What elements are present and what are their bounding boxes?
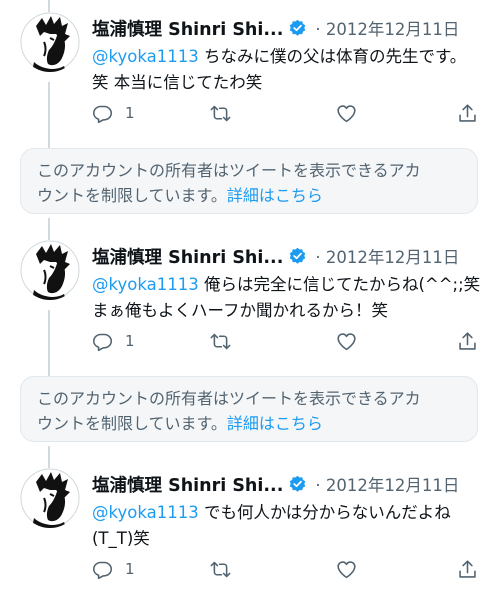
reply-button[interactable]: 1 [92, 556, 135, 582]
tweet-actions: 1 [92, 100, 484, 126]
tweet-date[interactable]: · 2012年12月11日 [315, 472, 459, 496]
mention-link[interactable]: @kyoka1113 [92, 275, 199, 294]
tweet-actions: 1 [92, 556, 484, 582]
retweet-icon [210, 105, 231, 121]
reply-icon [92, 561, 113, 579]
display-name[interactable]: 塩浦慎理 Shinri Shi... [92, 244, 283, 269]
verified-badge-icon [290, 475, 306, 492]
notice-text-line: ウントを制限しています。 [37, 186, 227, 205]
tweet-date[interactable]: · 2012年12月11日 [315, 244, 459, 268]
like-button[interactable] [336, 556, 357, 582]
share-button[interactable] [457, 556, 478, 582]
tweet-header: 塩浦慎理 Shinri Shi... · 2012年12月11日 [92, 241, 459, 271]
retweet-icon [210, 333, 231, 349]
share-icon [459, 103, 476, 122]
share-icon [459, 331, 476, 350]
tweet-header: 塩浦慎理 Shinri Shi... · 2012年12月11日 [92, 13, 459, 43]
learn-more-link[interactable]: 詳細はこちら [227, 414, 323, 433]
retweet-button[interactable] [210, 556, 231, 582]
tweet[interactable]: 塩浦慎理 Shinri Shi... · 2012年12月11日 @kyoka1… [0, 228, 500, 376]
display-name[interactable]: 塩浦慎理 Shinri Shi... [92, 16, 283, 41]
withheld-notice: このアカウントの所有者はツイートを表示できるアカ ウントを制限しています。詳細は… [20, 148, 478, 214]
avatar[interactable] [20, 12, 80, 72]
tweet-header: 塩浦慎理 Shinri Shi... · 2012年12月11日 [92, 469, 459, 499]
reply-button[interactable]: 1 [92, 328, 135, 354]
heart-icon [337, 560, 356, 578]
tweet-text-line: (T_T)笑 [92, 529, 150, 548]
tweet-text: @kyoka1113 でも何人かは分からないんだよね (T_T)笑 [92, 500, 482, 552]
tweet-text: @kyoka1113 ちなみに僕の父は体育の先生です。 笑 本当に信じてたわ笑 [92, 44, 482, 96]
reply-icon [92, 333, 113, 351]
withheld-notice: このアカウントの所有者はツイートを表示できるアカ ウントを制限しています。詳細は… [20, 376, 478, 442]
learn-more-link[interactable]: 詳細はこちら [227, 186, 323, 205]
tweet[interactable]: 塩浦慎理 Shinri Shi... · 2012年12月11日 @kyoka1… [0, 0, 500, 148]
share-button[interactable] [457, 100, 478, 126]
reply-icon [92, 105, 113, 123]
tweet-text-line: 笑 本当に信じてたわ笑 [92, 73, 263, 92]
avatar[interactable] [20, 240, 80, 300]
reply-count: 1 [125, 332, 135, 350]
verified-badge-icon [290, 247, 306, 264]
retweet-button[interactable] [210, 100, 231, 126]
avatar[interactable] [20, 468, 80, 528]
avatar-illustration [20, 240, 80, 300]
reply-count: 1 [125, 104, 135, 122]
notice-text-line: ウントを制限しています。 [37, 414, 227, 433]
reply-count: 1 [125, 560, 135, 578]
share-icon [459, 559, 476, 578]
retweet-icon [210, 561, 231, 577]
heart-icon [337, 104, 356, 122]
notice-text-line: このアカウントの所有者はツイートを表示できるアカ [37, 161, 421, 180]
display-name[interactable]: 塩浦慎理 Shinri Shi... [92, 472, 283, 497]
share-button[interactable] [457, 328, 478, 354]
mention-link[interactable]: @kyoka1113 [92, 503, 199, 522]
like-button[interactable] [336, 100, 357, 126]
heart-icon [337, 332, 356, 350]
tweet-text-line: でも何人かは分からないんだよね [198, 503, 451, 522]
retweet-button[interactable] [210, 328, 231, 354]
reply-button[interactable]: 1 [92, 100, 135, 126]
tweet-date[interactable]: · 2012年12月11日 [315, 16, 459, 40]
tweet-actions: 1 [92, 328, 484, 354]
tweet-text-line: まぁ俺もよくハーフか聞かれるから！笑 [92, 301, 389, 320]
verified-badge-icon [290, 19, 306, 36]
mention-link[interactable]: @kyoka1113 [92, 47, 199, 66]
avatar-illustration [20, 468, 80, 528]
avatar-illustration [20, 12, 80, 72]
like-button[interactable] [336, 328, 357, 354]
notice-text-line: このアカウントの所有者はツイートを表示できるアカ [37, 389, 421, 408]
tweet-text: @kyoka1113 俺らは完全に信じてたからね(^^;;笑 まぁ俺もよくハーフ… [92, 272, 482, 324]
tweet-text-line: 俺らは完全に信じてたからね(^^;;笑 [198, 275, 481, 294]
tweet[interactable]: 塩浦慎理 Shinri Shi... · 2012年12月11日 @kyoka1… [0, 456, 500, 615]
tweet-text-line: ちなみに僕の父は体育の先生です。 [198, 47, 467, 66]
